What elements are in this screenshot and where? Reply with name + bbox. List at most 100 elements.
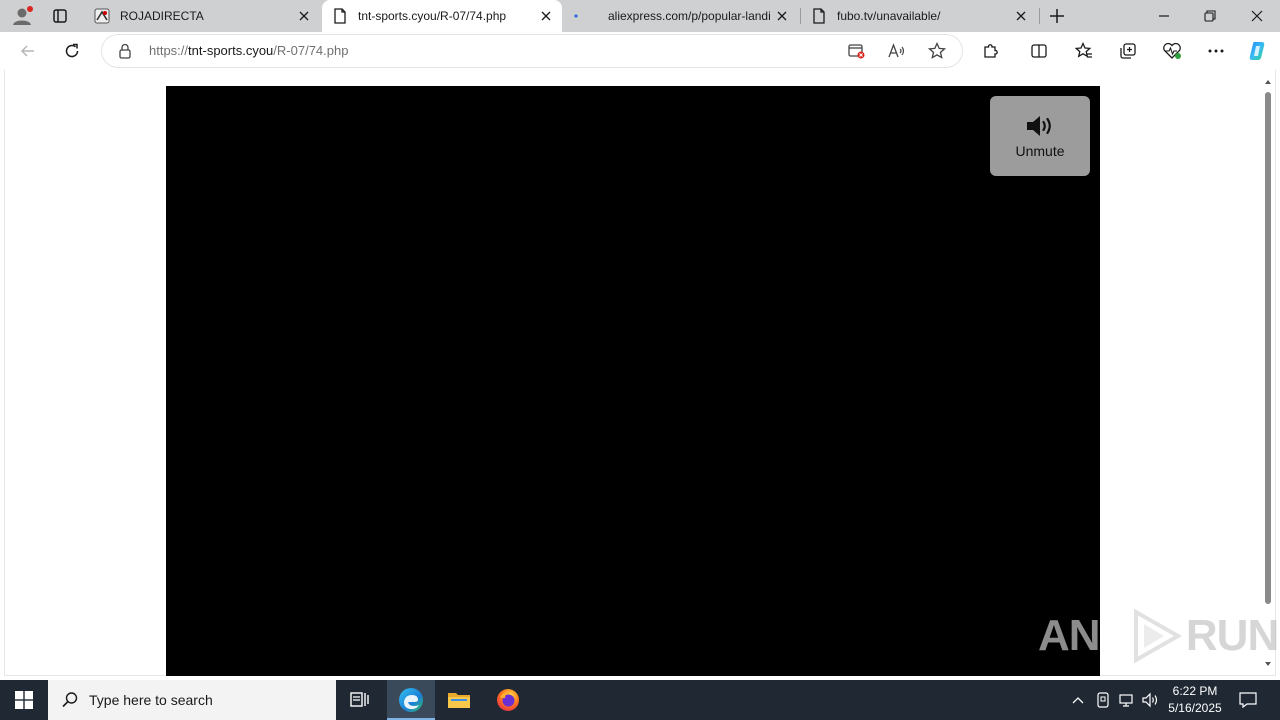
page-icon	[332, 8, 348, 24]
back-arrow-icon	[20, 45, 34, 57]
profile-icon	[13, 6, 33, 25]
close-icon	[1016, 11, 1026, 21]
start-button[interactable]	[0, 680, 48, 720]
taskbar-search-box[interactable]: Type here to search	[48, 680, 336, 720]
back-button[interactable]	[12, 35, 44, 67]
network-icon	[1119, 694, 1133, 707]
restore-icon	[1204, 10, 1216, 22]
lock-icon[interactable]	[118, 43, 132, 64]
favorites-button[interactable]	[1068, 35, 1100, 67]
url-host: tnt-sports.cyou	[188, 43, 274, 58]
profile-button[interactable]	[6, 0, 38, 32]
tray-device-button[interactable]	[1092, 680, 1114, 720]
tab-close-button[interactable]	[292, 4, 316, 28]
refresh-icon	[65, 43, 79, 58]
read-aloud-icon[interactable]	[888, 43, 906, 64]
scroll-down-arrow-icon[interactable]	[1264, 660, 1272, 668]
url-scheme: https://	[149, 43, 189, 58]
show-hidden-icons-button[interactable]	[1068, 680, 1088, 720]
close-window-button[interactable]	[1241, 0, 1273, 32]
split-screen-button[interactable]	[1023, 35, 1055, 67]
tab-separator	[1039, 8, 1040, 24]
tab-close-button[interactable]	[770, 4, 794, 28]
anyrun-watermark: ANY RUN	[1038, 606, 1279, 666]
tab-actions-button[interactable]	[44, 0, 76, 32]
scroll-up-arrow-icon[interactable]	[1264, 78, 1272, 86]
loading-dot	[572, 8, 588, 24]
close-icon	[299, 11, 309, 21]
collections-button[interactable]	[1112, 35, 1144, 67]
favorites-icon	[1075, 42, 1092, 58]
copilot-icon	[1249, 42, 1265, 60]
firefox-icon	[497, 689, 519, 711]
clock-time: 6:22 PM	[1172, 684, 1218, 698]
tab-tnt-sports[interactable]: tnt-sports.cyou/R-07/74.php	[322, 0, 562, 32]
folder-icon	[448, 693, 470, 708]
blocked-popup-icon[interactable]	[848, 43, 866, 64]
taskbar-file-explorer[interactable]	[435, 680, 483, 720]
browser-essentials-button[interactable]	[1156, 35, 1188, 67]
play-triangle-icon	[1133, 608, 1182, 664]
unmute-button[interactable]: Unmute	[990, 96, 1090, 176]
tab-actions-icon	[53, 9, 67, 23]
tab-close-button[interactable]	[1009, 4, 1033, 28]
close-icon	[541, 11, 551, 21]
favorite-star-icon[interactable]	[927, 41, 947, 65]
tab-aliexpress[interactable]: aliexpress.com/p/popular-landing	[562, 0, 798, 32]
watermark-left-text: ANY	[1038, 611, 1129, 660]
rojadirecta-favicon	[94, 8, 110, 24]
clock-date: 5/16/2025	[1168, 701, 1222, 715]
copilot-button[interactable]	[1242, 35, 1274, 67]
scrollbar-thumb[interactable]	[1265, 92, 1271, 604]
volume-icon	[1142, 692, 1158, 708]
task-view-icon	[350, 692, 369, 707]
url-text[interactable]: https://tnt-sports.cyou/R-07/74.php	[149, 43, 348, 58]
notification-icon	[1239, 692, 1257, 708]
tab-title: fubo.tv/unavailable/	[837, 9, 941, 23]
puzzle-icon	[984, 44, 998, 58]
more-dots-icon	[1208, 49, 1224, 53]
taskbar: Type here to search 6:22 PM 5/16/2025	[0, 680, 1280, 720]
close-icon	[777, 11, 787, 21]
tab-fubo[interactable]: fubo.tv/unavailable/	[801, 0, 1037, 32]
tab-rojadirecta[interactable]: ROJADIRECTA	[84, 0, 320, 32]
speaker-icon	[1027, 116, 1051, 136]
restore-button[interactable]	[1194, 0, 1226, 32]
tab-title: ROJADIRECTA	[120, 9, 204, 23]
split-screen-icon	[1031, 44, 1047, 58]
minimize-button[interactable]	[1148, 0, 1180, 32]
chevron-up-icon	[1072, 697, 1084, 704]
taskbar-clock[interactable]: 6:22 PM 5/16/2025	[1160, 683, 1230, 717]
page-icon	[811, 8, 827, 24]
windows-logo-icon	[15, 691, 33, 709]
plus-icon	[1050, 9, 1064, 23]
heartbeat-icon	[1163, 42, 1181, 59]
taskbar-edge[interactable]	[387, 680, 435, 720]
notification-center-button[interactable]	[1236, 680, 1260, 720]
refresh-button[interactable]	[56, 35, 88, 67]
new-tab-button[interactable]	[1041, 0, 1073, 32]
taskbar-firefox[interactable]	[484, 680, 532, 720]
tray-network-button[interactable]	[1116, 680, 1138, 720]
unmute-label: Unmute	[1015, 143, 1065, 159]
edge-icon	[399, 688, 423, 712]
page-scrollbar[interactable]	[1262, 76, 1274, 670]
tab-strip: ROJADIRECTA tnt-sports.cyou/R-07/74.php …	[0, 0, 1280, 32]
task-view-button[interactable]	[336, 680, 384, 720]
search-icon	[62, 692, 78, 708]
url-path: /R-07/74.php	[273, 43, 349, 58]
browser-toolbar: https://tnt-sports.cyou/R-07/74.php	[0, 32, 1280, 70]
tab-title: aliexpress.com/p/popular-landing	[608, 9, 770, 23]
address-bar[interactable]: https://tnt-sports.cyou/R-07/74.php	[102, 35, 962, 67]
extensions-button[interactable]	[975, 35, 1007, 67]
more-menu-button[interactable]	[1200, 35, 1232, 67]
close-icon	[1251, 10, 1263, 22]
tab-title: tnt-sports.cyou/R-07/74.php	[358, 9, 507, 23]
minimize-icon	[1159, 15, 1169, 17]
collections-icon	[1120, 43, 1136, 59]
tray-volume-button[interactable]	[1140, 680, 1162, 720]
device-icon	[1097, 692, 1109, 708]
tab-close-button[interactable]	[534, 4, 558, 28]
video-player[interactable]	[166, 86, 1100, 676]
search-placeholder: Type here to search	[89, 692, 213, 708]
